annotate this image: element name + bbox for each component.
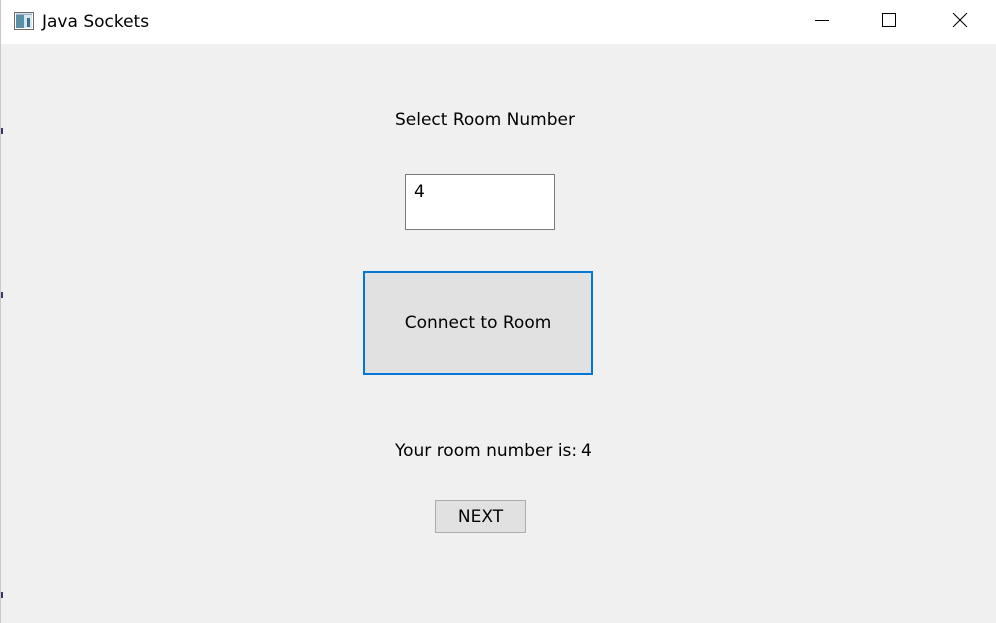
edge-artifact [1, 292, 3, 298]
room-number-result-value: 4 [581, 441, 592, 461]
java-app-icon [14, 12, 34, 30]
minimize-button[interactable] [789, 0, 855, 44]
room-number-result-label: Your room number is: [395, 441, 578, 461]
room-number-input[interactable]: 4 [405, 174, 555, 230]
edge-artifact [1, 592, 3, 598]
next-button[interactable]: NEXT [435, 500, 526, 533]
edge-artifact [1, 128, 3, 134]
connect-button-label: Connect to Room [404, 313, 552, 333]
app-window: Java Sockets Select Room Number 4 Connec… [0, 0, 996, 623]
select-room-label: Select Room Number [395, 110, 575, 130]
connect-to-room-button[interactable]: Connect to Room [363, 271, 593, 375]
title-bar[interactable]: Java Sockets [1, 0, 996, 44]
close-icon [952, 12, 968, 32]
maximize-button[interactable] [856, 0, 922, 44]
window-title: Java Sockets [42, 12, 150, 32]
maximize-icon [881, 12, 897, 32]
close-button[interactable] [927, 0, 993, 44]
next-button-label: NEXT [457, 506, 504, 527]
minimize-icon [814, 12, 830, 32]
